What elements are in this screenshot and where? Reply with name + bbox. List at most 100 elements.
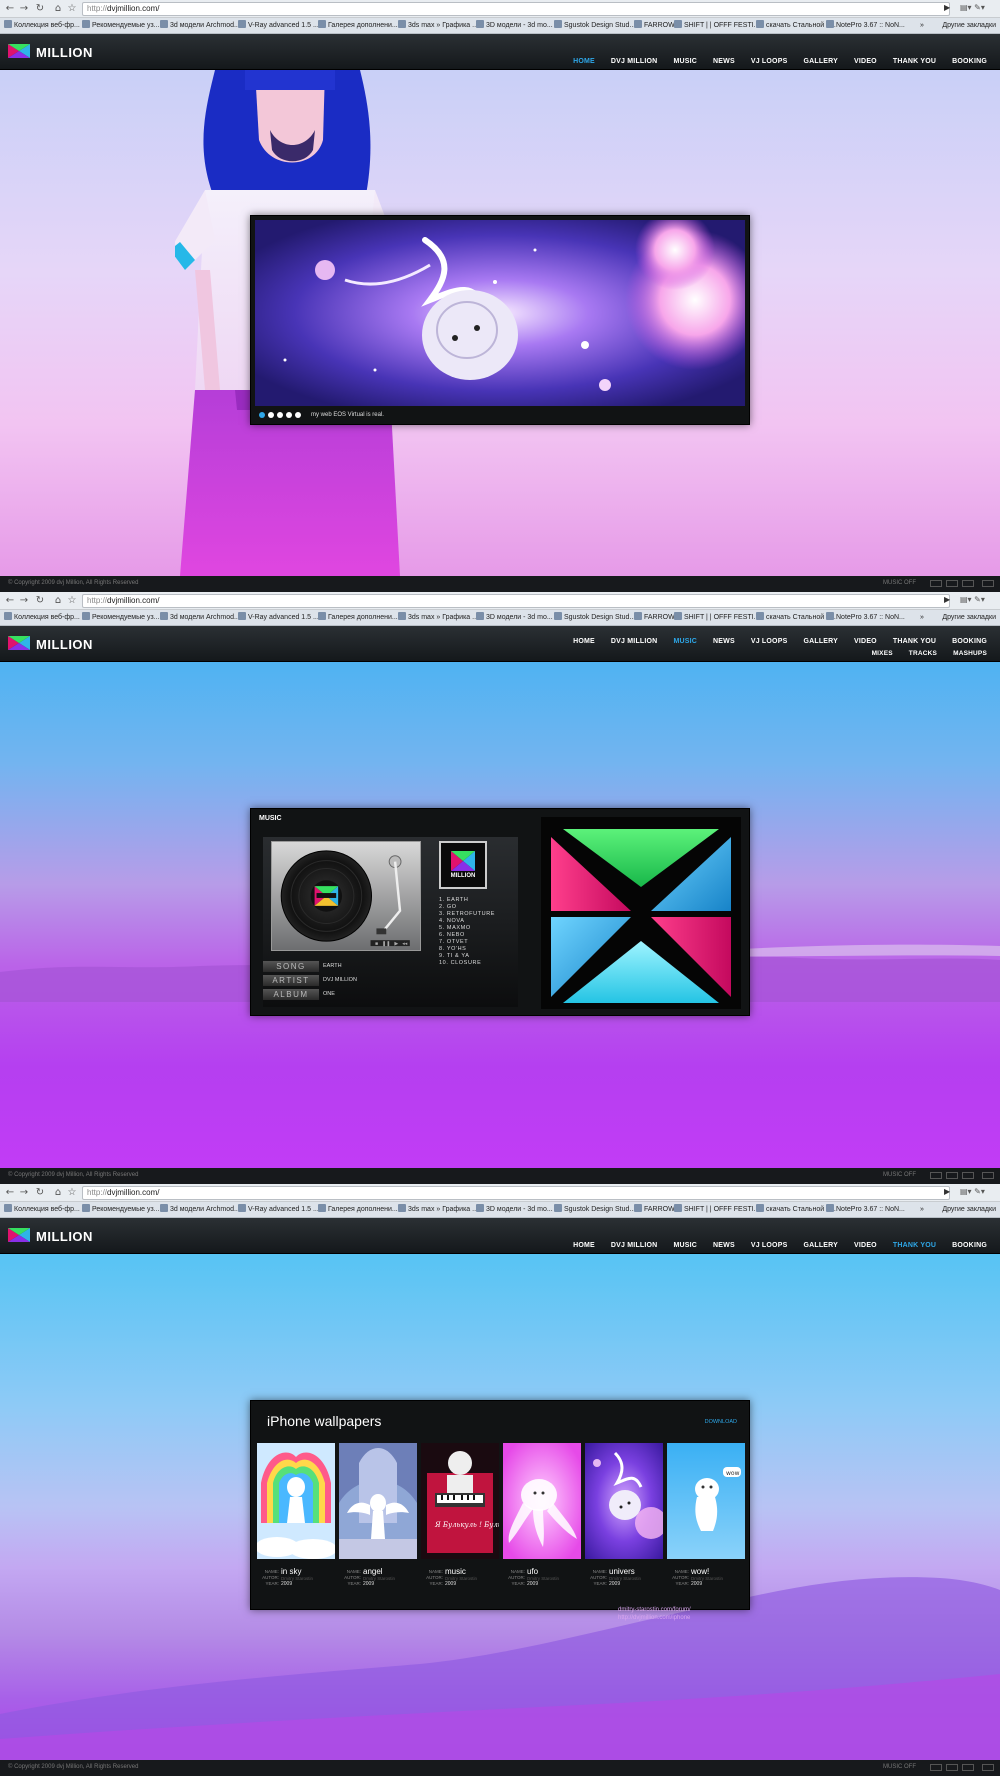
nav-booking[interactable]: BOOKING	[944, 638, 995, 645]
go-icon[interactable]: ▶	[944, 595, 950, 604]
nav-dvj-million[interactable]: DVJ MILLION	[603, 638, 666, 645]
album-cover-art[interactable]	[541, 817, 741, 1009]
back-icon[interactable]: ←	[4, 595, 16, 607]
wallpaper-item[interactable]: wow NAME: AUTOR: YEAR: wow! Dmitry Staro…	[667, 1443, 745, 1587]
forward-icon[interactable]: →	[18, 3, 30, 15]
bookmark-item[interactable]: 3ds max » Графика ...	[398, 1204, 478, 1216]
nav-thank-you[interactable]: THANK YOU	[885, 638, 944, 645]
track-item[interactable]: 4. NOVA	[439, 918, 495, 925]
bookmark-item[interactable]: SHIFT | | OFFF FESTI...	[674, 20, 759, 32]
logo-text[interactable]: MILLION	[36, 45, 93, 60]
bookmark-item[interactable]: NotePro 3.67 :: NoN...	[826, 20, 905, 32]
nav-video[interactable]: VIDEO	[846, 1242, 885, 1249]
stop-icon[interactable]: ■	[375, 941, 378, 947]
high-quality-button[interactable]	[962, 1764, 974, 1771]
page-menu-icon[interactable]: ▤▾ ✎▾	[960, 595, 985, 604]
track-item[interactable]: 6. NEBO	[439, 932, 495, 939]
track-item[interactable]: 7. OTVET	[439, 939, 495, 946]
track-item[interactable]: 8. YO'HS	[439, 946, 495, 953]
nav-gallery[interactable]: GALLERY	[795, 638, 846, 645]
bookmark-item[interactable]: Рекомендуемые уз...	[82, 1204, 159, 1216]
music-off-toggle[interactable]: MUSIC OFF	[883, 1764, 916, 1770]
bookmark-item[interactable]: Sgustok Design Stud...	[554, 612, 635, 624]
footnote-line-1[interactable]: dmitry-starostin.com/forum/	[618, 1606, 691, 1614]
go-icon[interactable]: ▶	[944, 3, 950, 12]
track-item[interactable]: 3. RETROFUTURE	[439, 911, 495, 918]
nav-vj-loops[interactable]: VJ LOOPS	[743, 1242, 796, 1249]
page-menu-icon[interactable]: ▤▾ ✎▾	[960, 1187, 985, 1196]
track-item[interactable]: 1. EARTH	[439, 897, 495, 904]
nav-music[interactable]: MUSIC	[665, 638, 705, 645]
wallpaper-thumb-music[interactable]: Я Булькуль ! Булькуль !	[421, 1443, 523, 1559]
bookmarks-overflow-button[interactable]: »	[920, 1204, 924, 1216]
nav-gallery[interactable]: GALLERY	[795, 58, 846, 65]
million-logo-icon[interactable]	[8, 44, 30, 58]
pause-icon[interactable]: ❚❚	[382, 941, 390, 947]
bookmark-item[interactable]: SHIFT | | OFFF FESTI...	[674, 612, 759, 624]
bookmark-item[interactable]: 3d модели Archmod...	[160, 20, 240, 32]
bookmark-item[interactable]: NotePro 3.67 :: NoN...	[826, 1204, 905, 1216]
music-off-toggle[interactable]: MUSIC OFF	[883, 580, 916, 586]
other-bookmarks-folder[interactable]: Другие закладки	[942, 20, 996, 32]
nav-dvj-million[interactable]: DVJ MILLION	[603, 58, 666, 65]
bookmark-item[interactable]: Галерея дополнени...	[318, 1204, 398, 1216]
bookmark-item[interactable]: Рекомендуемые уз...	[82, 612, 159, 624]
star-icon[interactable]: ☆	[66, 3, 78, 15]
bookmark-item[interactable]: 3d модели Archmod...	[160, 1204, 240, 1216]
nav-music[interactable]: MUSIC	[665, 1242, 705, 1249]
reload-icon[interactable]: ↻	[34, 1187, 46, 1199]
bookmark-item[interactable]: FARROW	[634, 612, 675, 624]
bookmark-item[interactable]: 3D модели - 3d mo...	[476, 20, 553, 32]
bookmark-item[interactable]: V-Ray advanced 1.5 ...	[238, 612, 319, 624]
bookmark-item[interactable]: Рекомендуемые уз...	[82, 20, 159, 32]
nav-booking[interactable]: BOOKING	[944, 1242, 995, 1249]
mid-quality-button[interactable]	[946, 580, 958, 587]
nav-dvj-million[interactable]: DVJ MILLION	[603, 1242, 666, 1249]
slider-dot[interactable]	[259, 412, 265, 418]
nav-vj-loops[interactable]: VJ LOOPS	[743, 58, 796, 65]
logo-text[interactable]: MILLION	[36, 637, 93, 652]
forward-icon[interactable]: →	[18, 1187, 30, 1199]
wallpaper-item[interactable]: NAME: AUTOR: YEAR: ufo Dmitry Starostin …	[503, 1443, 581, 1587]
wallpaper-item[interactable]: NAME: AUTOR: YEAR: angel Dmitry Starosti…	[339, 1443, 417, 1587]
nav-music[interactable]: MUSIC	[665, 58, 705, 65]
high-quality-button[interactable]	[962, 580, 974, 587]
nav-thank-you[interactable]: THANK YOU	[885, 1242, 944, 1249]
nav-home[interactable]: HOME	[565, 58, 603, 65]
bookmark-item[interactable]: 3D модели - 3d mo...	[476, 612, 553, 624]
bookmark-item[interactable]: 3d модели Archmod...	[160, 612, 240, 624]
bookmark-item[interactable]: скачать Стальной а...	[756, 20, 836, 32]
low-quality-button[interactable]	[930, 1172, 942, 1179]
nav-gallery[interactable]: GALLERY	[795, 1242, 846, 1249]
wallpaper-thumb-ufo[interactable]	[503, 1443, 581, 1559]
nav-home[interactable]: HOME	[565, 638, 603, 645]
nav-news[interactable]: NEWS	[705, 58, 743, 65]
fullscreen-button[interactable]	[982, 580, 994, 587]
nav-vj-loops[interactable]: VJ LOOPS	[743, 638, 796, 645]
home-icon[interactable]: ⌂	[52, 3, 64, 15]
bookmark-item[interactable]: Галерея дополнени...	[318, 20, 398, 32]
play-icon[interactable]: ▶	[394, 941, 398, 947]
slider-dot[interactable]	[277, 412, 283, 418]
url-input[interactable]: http://dvjmillion.com/	[82, 1186, 950, 1200]
wallpaper-item[interactable]: NAME: AUTOR: YEAR: in sky Dmitry Starost…	[255, 1443, 337, 1587]
subnav-tracks[interactable]: TRACKS	[901, 650, 945, 657]
star-icon[interactable]: ☆	[66, 595, 78, 607]
url-input[interactable]: http://dvjmillion.com/	[82, 2, 950, 16]
wallpaper-thumb-wow[interactable]: wow	[667, 1443, 745, 1559]
bookmark-item[interactable]: Коллекция веб-фр...	[4, 1204, 80, 1216]
bookmarks-overflow-button[interactable]: »	[920, 20, 924, 32]
footnote-line-2[interactable]: http://dvjmillion.com/iphone	[618, 1614, 691, 1622]
bookmark-item[interactable]: Sgustok Design Stud...	[554, 20, 635, 32]
low-quality-button[interactable]	[930, 580, 942, 587]
album-thumbnail[interactable]: MILLION	[439, 841, 487, 889]
nav-booking[interactable]: BOOKING	[944, 58, 995, 65]
subnav-mixes[interactable]: MIXES	[864, 650, 901, 657]
bookmark-item[interactable]: FARROW	[634, 1204, 675, 1216]
bookmark-item[interactable]: 3ds max » Графика ...	[398, 20, 478, 32]
high-quality-button[interactable]	[962, 1172, 974, 1179]
slider-dot[interactable]	[286, 412, 292, 418]
bookmarks-overflow-button[interactable]: »	[920, 612, 924, 624]
wallpaper-item[interactable]: NAME: AUTOR: YEAR: univers Dmitry Staros…	[585, 1443, 667, 1587]
nav-video[interactable]: VIDEO	[846, 58, 885, 65]
